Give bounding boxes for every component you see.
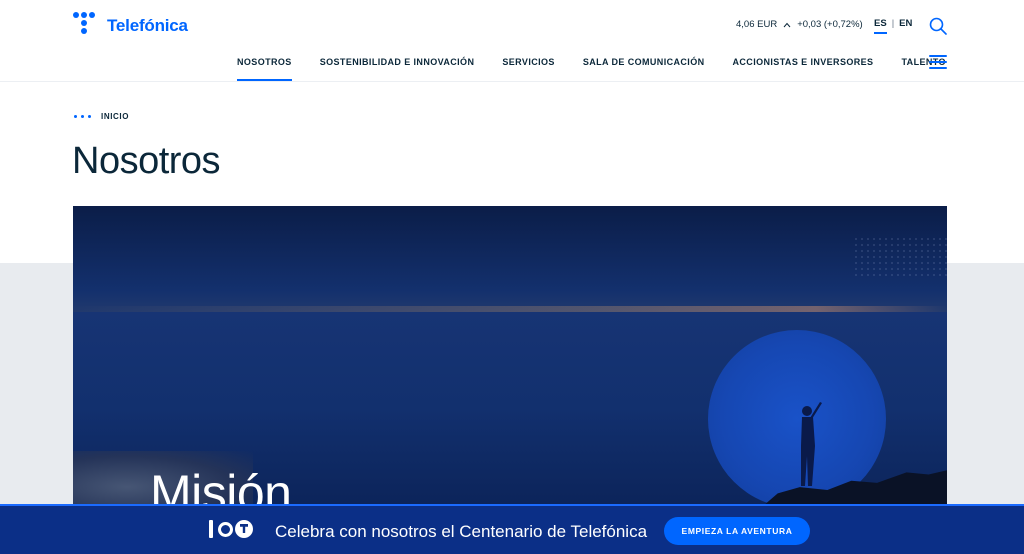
breadcrumb-dots-icon	[74, 115, 91, 118]
lang-en[interactable]: EN	[899, 18, 912, 34]
person-silhouette	[801, 402, 822, 486]
caret-up-icon	[783, 20, 791, 30]
telefonica-logo[interactable]: Telefónica	[73, 12, 188, 40]
nav-item-accionistas[interactable]: ACCIONISTAS E INVERSORES	[733, 57, 874, 81]
stock-ticker[interactable]: 4,06 EUR +0,03 (+0,72%)	[736, 19, 863, 30]
search-icon[interactable]	[929, 17, 947, 35]
language-switcher: ES | EN	[874, 18, 912, 34]
hero-heading: Misión	[150, 465, 292, 506]
nav-item-servicios[interactable]: SERVICIOS	[502, 57, 554, 81]
page-title: Nosotros	[72, 140, 221, 182]
main-nav: NOSOTROS SOSTENIBILIDAD E INNOVACIÓN SER…	[237, 57, 974, 81]
stock-change: +0,03 (+0,72%)	[797, 19, 863, 30]
stock-price: 4,06 EUR	[736, 19, 778, 30]
empieza-aventura-button[interactable]: EMPIEZA LA AVENTURA	[664, 517, 810, 545]
logo-mark-icon	[73, 12, 101, 40]
lang-separator: |	[891, 18, 895, 29]
hamburger-menu-icon[interactable]	[929, 55, 947, 69]
lang-es[interactable]: ES	[874, 18, 887, 34]
nav-item-sostenibilidad[interactable]: SOSTENIBILIDAD E INNOVACIÓN	[320, 57, 475, 81]
banner-text: Celebra con nosotros el Centenario de Te…	[275, 522, 648, 541]
breadcrumb-inicio[interactable]: INICIO	[101, 112, 129, 121]
decorative-dots	[853, 236, 947, 276]
hero-image: Misión	[73, 206, 947, 506]
brand-name: Telefónica	[107, 16, 188, 35]
site-header: Telefónica 4,06 EUR +0,03 (+0,72%) ES | …	[0, 0, 1024, 82]
nav-item-sala-comunicacion[interactable]: SALA DE COMUNICACIÓN	[583, 57, 705, 81]
nav-item-nosotros[interactable]: NOSOTROS	[237, 57, 292, 81]
breadcrumb: INICIO	[74, 112, 129, 121]
centenary-logo-icon	[209, 520, 253, 538]
centenary-banner: Celebra con nosotros el Centenario de Te…	[0, 504, 1024, 554]
